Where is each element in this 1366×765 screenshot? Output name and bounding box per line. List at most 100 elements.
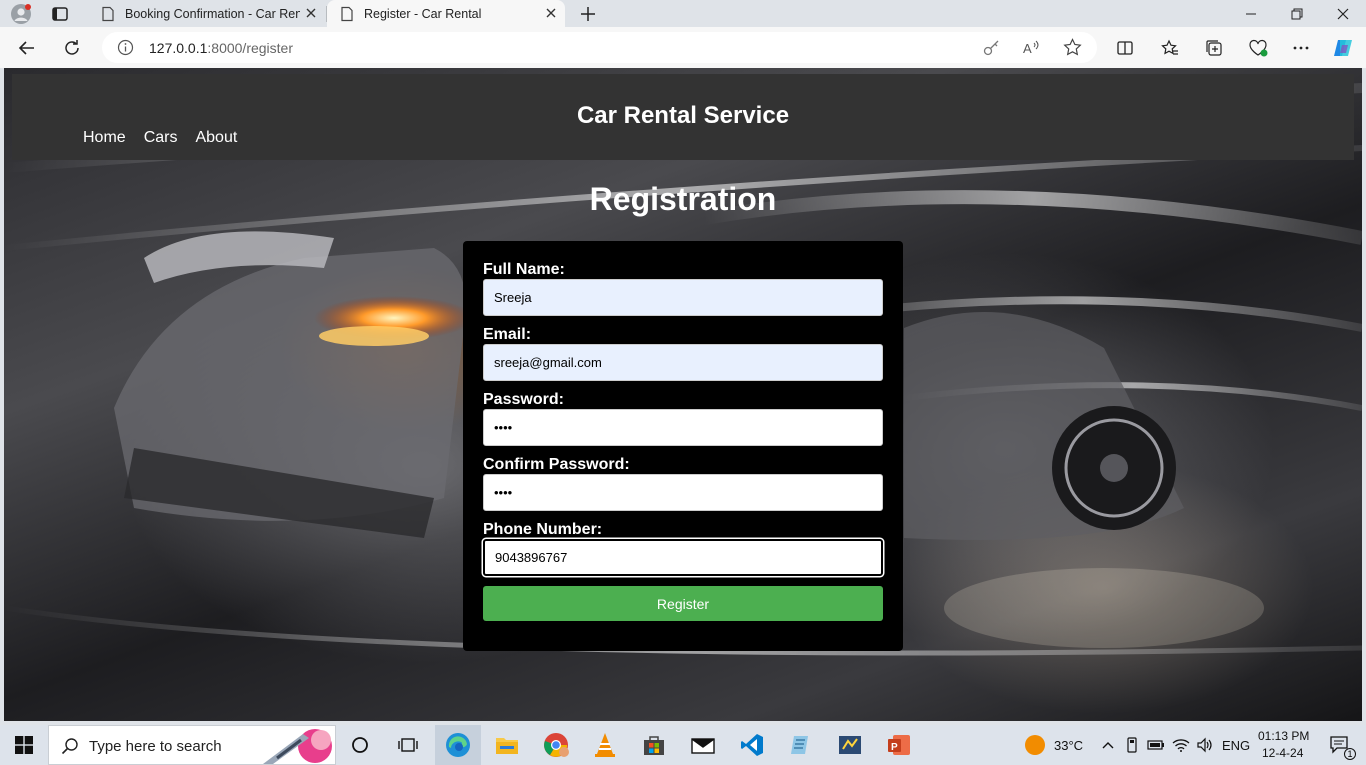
confirm-password-input[interactable] [483,474,883,511]
python-idle-icon [839,736,861,754]
taskbar-vlc[interactable] [582,725,628,765]
tab-booking-confirmation[interactable]: Booking Confirmation - Car Rent [88,0,325,27]
minimize-button[interactable] [1228,0,1274,27]
taskbar-search-box[interactable]: Type here to search [48,725,336,765]
tray-usb-icon[interactable] [1122,725,1142,765]
collections-icon [1206,40,1222,56]
search-highlight-art-icon [263,729,332,764]
url-host: 127.0.0.1 [149,40,208,56]
read-aloud-icon[interactable]: A [1022,38,1041,57]
chrome-icon [544,733,569,757]
split-screen-button[interactable] [1114,37,1136,59]
nav-link-cars[interactable]: Cars [144,129,178,147]
confirm-password-label: Confirm Password: [483,456,630,473]
svg-text:P: P [891,742,898,753]
taskbar-powerpoint[interactable]: P [876,725,922,765]
taskbar-edge[interactable] [435,725,481,765]
restore-button[interactable] [1274,0,1320,27]
notification-count-badge: 1 [1344,748,1356,760]
taskbar-vscode[interactable] [729,725,775,765]
restore-icon [1291,8,1303,19]
close-tab-icon[interactable] [543,5,559,21]
vscode-icon [741,734,763,756]
chevron-up-icon [1102,742,1114,749]
heart-pulse-icon [1249,39,1268,57]
close-window-button[interactable] [1320,0,1366,27]
browser-toolbar: 127.0.0.1:8000/register A [0,27,1366,68]
browser-essentials-button[interactable] [1247,37,1269,59]
reload-button[interactable] [61,37,83,59]
copilot-icon [1334,40,1352,56]
full-name-label: Full Name: [483,261,565,278]
phone-number-label: Phone Number: [483,521,603,538]
site-title: Car Rental Service [576,102,790,129]
notification-center-button[interactable]: 1 [1318,725,1362,765]
minimize-icon [1246,13,1256,14]
favorites-button[interactable] [1159,37,1181,59]
taskbar-app-notepad[interactable] [778,725,824,765]
battery-icon [1147,740,1164,750]
start-button[interactable] [0,725,48,765]
page-icon [341,6,353,21]
nav-link-about[interactable]: About [195,129,237,147]
windows-taskbar: Type here to search P 33°C ENG 01:13 PM … [0,725,1366,765]
task-view-icon [398,738,418,752]
page-viewport: Car Rental Service Home Cars About Regis… [4,68,1362,721]
edge-browser-icon [446,733,470,757]
site-info-icon[interactable] [117,39,134,56]
favorites-icon [1161,39,1178,55]
taskbar-chrome[interactable] [533,725,579,765]
page-icon [102,6,114,21]
collections-button[interactable] [1203,37,1225,59]
favorite-star-icon[interactable] [1063,38,1082,57]
tab-actions-icon[interactable] [50,4,70,24]
full-name-input[interactable] [483,279,883,316]
new-tab-icon[interactable] [577,3,599,25]
notepad-icon [791,736,808,754]
phone-number-input[interactable] [483,539,883,576]
tray-battery-icon[interactable] [1145,725,1167,765]
site-header: Car Rental Service Home Cars About [12,74,1354,160]
registration-form: Full Name: Email: Password: Confirm Pass… [463,241,903,651]
taskbar-ms-store[interactable] [631,725,677,765]
tray-volume-icon[interactable] [1194,725,1216,765]
store-bag-icon [644,736,664,755]
windows-logo-icon [15,736,33,754]
back-arrow-icon [18,41,34,55]
reload-icon [65,40,79,55]
task-view-button[interactable] [392,725,424,765]
show-hidden-icons-button[interactable] [1098,725,1118,765]
tab-title: Booking Confirmation - Car Rent [125,6,300,21]
more-dots-icon [1293,46,1309,50]
sun-icon [1025,735,1045,755]
clock-date[interactable]: 12-4-24 [1262,746,1303,760]
nav-link-home[interactable]: Home [83,129,126,147]
powerpoint-icon: P [888,735,910,755]
taskbar-mail[interactable] [680,725,726,765]
password-input[interactable] [483,409,883,446]
address-bar[interactable]: 127.0.0.1:8000/register A [102,32,1097,63]
register-button[interactable]: Register [483,586,883,621]
settings-menu-button[interactable] [1290,37,1312,59]
email-input[interactable] [483,344,883,381]
weather-widget-icon[interactable] [1022,725,1048,765]
weather-temperature[interactable]: 33°C [1054,738,1083,753]
search-icon [61,738,78,755]
close-icon [1337,8,1349,19]
svg-text:A: A [1023,41,1032,56]
back-button[interactable] [16,37,38,59]
clock-time[interactable]: 01:13 PM [1258,729,1309,743]
copilot-button[interactable] [1332,37,1354,59]
profile-icon[interactable] [11,4,31,24]
close-tab-icon[interactable] [303,5,319,21]
mail-envelope-icon [691,738,715,754]
tab-register[interactable]: Register - Car Rental [327,0,565,27]
password-label: Password: [483,391,564,408]
cortana-button[interactable] [344,725,376,765]
taskbar-file-explorer[interactable] [484,725,530,765]
password-key-icon[interactable] [982,38,1001,57]
tab-title: Register - Car Rental [364,6,482,21]
taskbar-app-python[interactable] [827,725,873,765]
tray-wifi-icon[interactable] [1170,725,1192,765]
input-language[interactable]: ENG [1222,738,1250,753]
